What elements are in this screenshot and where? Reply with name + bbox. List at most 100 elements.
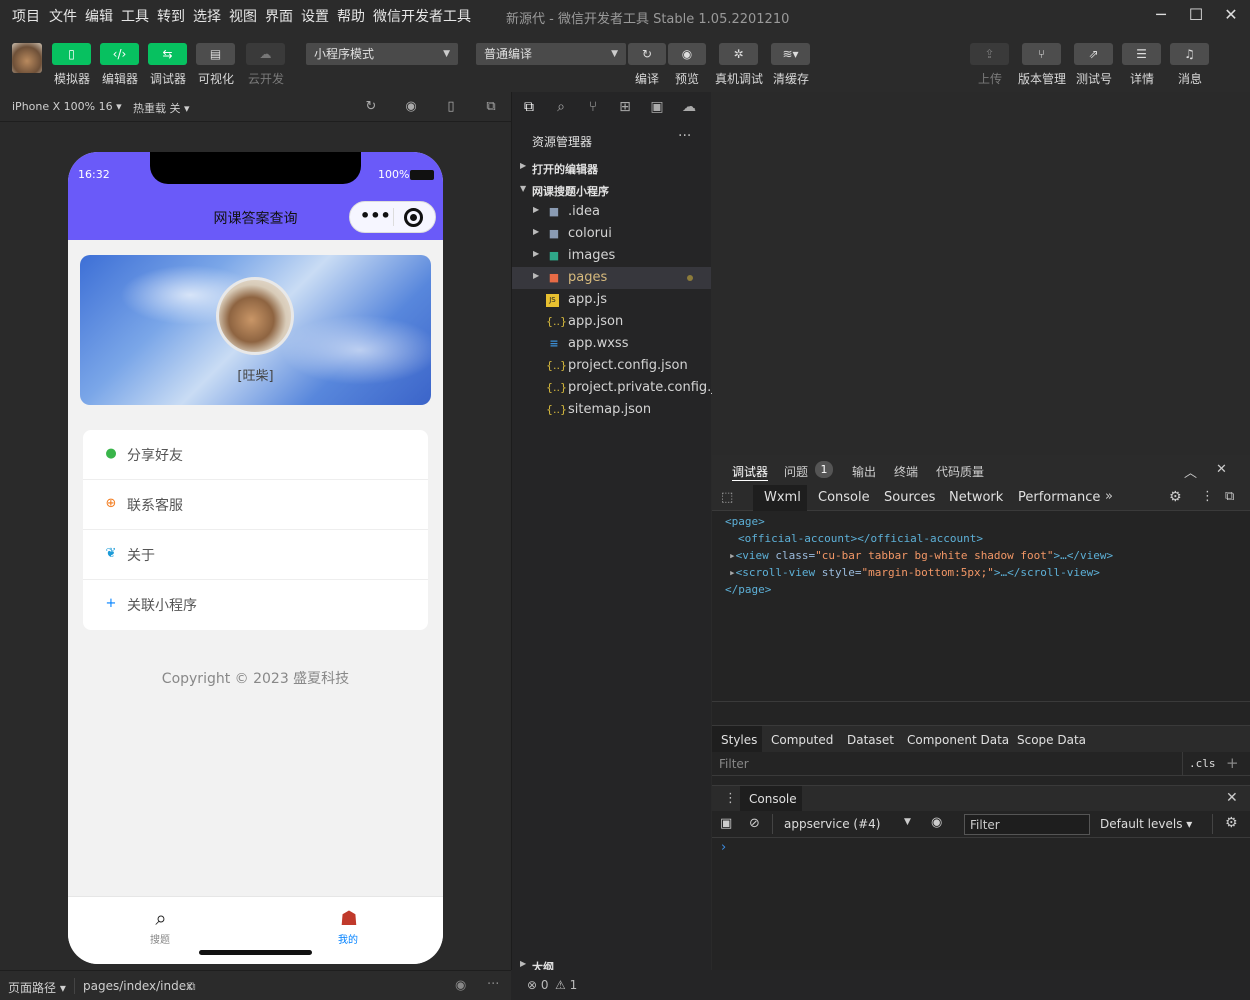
styles-filter-input[interactable]: Filter (719, 757, 749, 771)
cloud-button[interactable]: ☁ (246, 43, 285, 65)
kebab-menu-icon[interactable]: ⋮ (1201, 489, 1214, 504)
dock-icon[interactable]: ⧉ (1225, 489, 1234, 504)
open-editors-section[interactable]: ▶ 打开的编辑器 (512, 157, 711, 179)
tab-mine[interactable]: ☗ 我的 (322, 897, 378, 957)
wxml-line[interactable]: <page> (725, 515, 765, 528)
list-item-about[interactable]: ❦ 关于 (83, 530, 428, 580)
tab-issues[interactable]: 问题 (784, 463, 808, 480)
eye-icon[interactable]: ◉ (931, 815, 942, 830)
storage-icon[interactable]: ▣ (648, 99, 666, 117)
tab-scope-data[interactable]: Scope Data (1017, 733, 1086, 747)
source-control-icon[interactable]: ⑂ (584, 99, 602, 117)
sidebar-toggle-icon[interactable]: ▣ (720, 816, 732, 831)
user-avatar[interactable] (12, 43, 42, 73)
tab-performance[interactable]: Performance (1018, 490, 1100, 505)
tab-sources[interactable]: Sources (884, 490, 935, 505)
version-button[interactable]: ⑂ (1022, 43, 1061, 65)
expand-arrow-icon[interactable]: ▸ (729, 566, 736, 579)
menu-file[interactable]: 文件 (49, 6, 77, 26)
files-icon[interactable]: ⧉ (520, 99, 538, 117)
context-select[interactable]: appservice (#4) (784, 817, 880, 831)
menu-settings[interactable]: 设置 (301, 6, 329, 26)
tree-item-app-js[interactable]: JS app.js (512, 289, 711, 311)
tab-console[interactable]: Console (818, 490, 870, 505)
tree-item-project-config[interactable]: {..} project.config.json (512, 355, 711, 377)
menu-tools[interactable]: 工具 (121, 6, 149, 26)
simulator-button[interactable]: ▯ (52, 43, 91, 65)
compile-select[interactable]: 普通编译 ▼ (476, 43, 626, 65)
docker-icon[interactable]: ☁ (680, 99, 698, 117)
close-miniprogram-icon[interactable] (404, 208, 423, 227)
list-item-share[interactable]: ● 分享好友 (83, 430, 428, 480)
tab-wxml[interactable]: Wxml (764, 490, 801, 505)
editor-button[interactable]: ‹/› (100, 43, 139, 65)
more-icon[interactable]: ··· (678, 128, 691, 144)
tree-item-idea[interactable]: ▶ ■ .idea (512, 201, 711, 223)
list-item-contact[interactable]: ⊕ 联系客服 (83, 480, 428, 530)
kebab-menu-icon[interactable]: ⋮ (724, 791, 737, 806)
minimize-icon[interactable]: ─ (1149, 4, 1173, 26)
more-dots-icon[interactable]: ••• (360, 206, 391, 225)
hot-reload-select[interactable]: 热重载 关 ▾ (133, 100, 190, 116)
chevron-up-icon[interactable]: ︿ (1184, 462, 1197, 481)
detach-window-icon[interactable]: ⧉ (483, 99, 499, 115)
remote-debug-button[interactable]: ✲ (719, 43, 758, 65)
list-item-link-miniprogram[interactable]: + 关联小程序 (83, 580, 428, 630)
wxml-line[interactable]: </page> (725, 583, 771, 596)
avatar[interactable] (216, 277, 294, 355)
menu-project[interactable]: 项目 (12, 6, 40, 26)
tab-styles[interactable]: Styles (721, 733, 757, 747)
copy-icon[interactable]: ⧉ (187, 979, 196, 994)
eye-icon[interactable]: ◉ (455, 978, 466, 993)
menu-select[interactable]: 选择 (193, 6, 221, 26)
menu-view[interactable]: 视图 (229, 6, 257, 26)
extensions-icon[interactable]: ⊞ (616, 99, 634, 117)
tab-computed[interactable]: Computed (771, 733, 833, 747)
tree-item-pages[interactable]: ▶ ■ pages (512, 267, 711, 289)
debugger-button[interactable]: ⇆ (148, 43, 187, 65)
clear-console-icon[interactable]: ⊘ (749, 816, 760, 831)
upload-button[interactable]: ⇪ (970, 43, 1009, 65)
gear-icon[interactable]: ⚙ (1225, 815, 1238, 831)
wxml-line[interactable]: ▸<scroll-view style="margin-bottom:5px;"… (729, 566, 1100, 579)
clear-cache-button[interactable]: ≋▾ (771, 43, 810, 65)
tab-terminal[interactable]: 终端 (894, 463, 918, 480)
console-prompt-icon[interactable]: › (721, 840, 726, 855)
preview-button[interactable]: ◉ (668, 43, 706, 65)
phone-icon[interactable]: ▯ (443, 99, 459, 115)
reload-icon[interactable]: ↻ (363, 99, 379, 115)
more-tabs-icon[interactable]: » (1105, 489, 1113, 504)
test-account-button[interactable]: ⇗ (1074, 43, 1113, 65)
tree-item-project-private-config[interactable]: {..} project.private.config.js... (512, 377, 734, 399)
more-icon[interactable]: ··· (487, 977, 499, 992)
close-icon[interactable]: ✕ (1216, 462, 1227, 477)
project-section[interactable]: ▼ 网课搜题小程序 (512, 179, 711, 201)
menu-edit[interactable]: 编辑 (85, 6, 113, 26)
compile-button[interactable]: ↻ (628, 43, 666, 65)
tab-network[interactable]: Network (949, 490, 1003, 505)
console-title[interactable]: Console (749, 792, 797, 806)
tree-item-app-json[interactable]: {..} app.json (512, 311, 711, 333)
wxml-line[interactable]: ▸<view class="cu-bar tabbar bg-white sha… (729, 549, 1113, 562)
wxml-line[interactable]: <official-account></official-account> (738, 532, 983, 545)
details-button[interactable]: ☰ (1122, 43, 1161, 65)
gear-icon[interactable]: ⚙ (1169, 489, 1182, 505)
cls-toggle[interactable]: .cls (1189, 757, 1216, 770)
levels-select[interactable]: Default levels ▾ (1100, 817, 1192, 831)
device-select[interactable]: iPhone X 100% 16 ▾ (12, 100, 122, 113)
tree-item-colorui[interactable]: ▶ ■ colorui (512, 223, 711, 245)
tab-search[interactable]: ⌕ 搜题 (134, 897, 190, 957)
tab-code-quality[interactable]: 代码质量 (936, 463, 984, 480)
search-icon[interactable]: ⌕ (552, 99, 570, 117)
tab-debugger[interactable]: 调试器 (732, 463, 769, 481)
visual-button[interactable]: ▤ (196, 43, 235, 65)
console-filter-input[interactable]: Filter (964, 814, 1090, 835)
close-icon[interactable]: ✕ (1226, 790, 1238, 806)
page-path-select[interactable]: 页面路径 ▾ (8, 979, 66, 996)
expand-arrow-icon[interactable]: ▸ (729, 549, 736, 562)
tab-dataset[interactable]: Dataset (847, 733, 894, 747)
inspect-element-icon[interactable]: ⬚ (721, 490, 733, 505)
menu-goto[interactable]: 转到 (157, 6, 185, 26)
messages-button[interactable]: ♫ (1170, 43, 1209, 65)
menu-help[interactable]: 帮助 (337, 6, 365, 26)
